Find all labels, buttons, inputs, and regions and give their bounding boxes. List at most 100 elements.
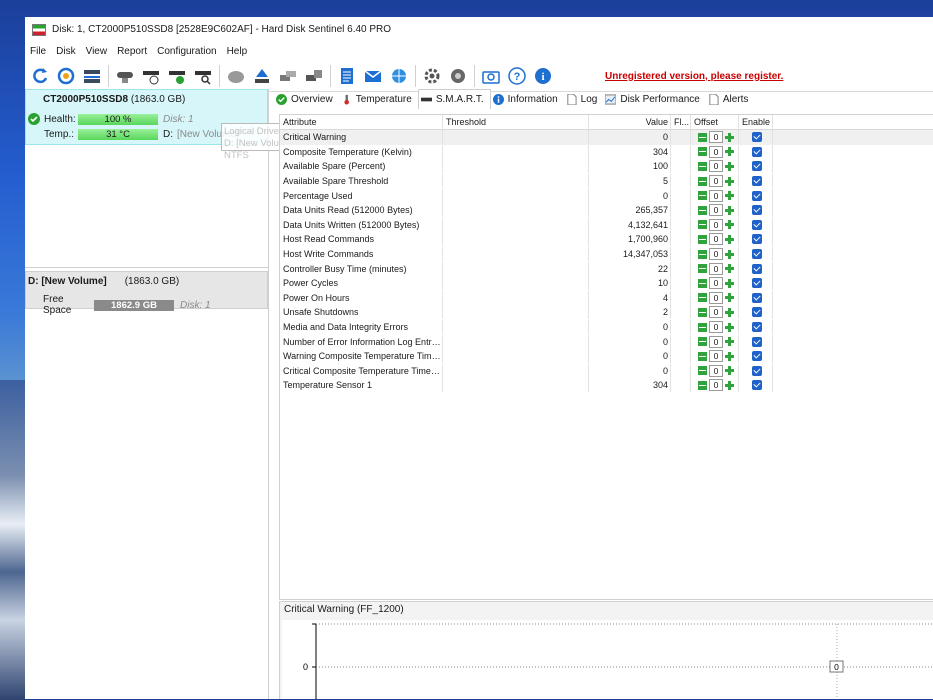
menu-view[interactable]: View (83, 46, 115, 57)
offset-increase-button[interactable] (725, 132, 734, 142)
offset-increase-button[interactable] (725, 176, 734, 186)
volume-entry[interactable]: D: [New Volume] (1863.0 GB) Free Space 1… (25, 271, 268, 316)
offset-value[interactable]: 0 (709, 145, 723, 158)
table-row[interactable]: Composite Temperature (Kelvin) 304 0 (280, 144, 933, 160)
sound-icon[interactable] (447, 65, 469, 87)
column-flags[interactable]: Fl... (671, 115, 691, 129)
table-row[interactable]: Data Units Written (512000 Bytes) 4,132,6… (280, 217, 933, 233)
enable-checkbox[interactable] (752, 278, 762, 289)
enable-checkbox[interactable] (752, 176, 762, 187)
offset-decrease-button[interactable] (698, 205, 707, 215)
info-icon[interactable]: i (532, 65, 554, 87)
offset-value[interactable]: 0 (709, 248, 723, 261)
table-row[interactable]: Media and Data Integrity Errors 0 0 (280, 320, 933, 335)
settings-icon[interactable] (421, 65, 443, 87)
column-value[interactable]: Value (589, 115, 671, 129)
disk-timer-icon[interactable] (140, 65, 162, 87)
disk-backup-icon[interactable] (303, 65, 325, 87)
table-row[interactable]: Host Read Commands 1,700,960 0 (280, 232, 933, 247)
disk-ok-icon[interactable] (166, 65, 188, 87)
table-row[interactable]: Critical Warning 0 0 (280, 130, 933, 145)
disk-list-icon[interactable] (81, 65, 103, 87)
table-row[interactable]: Number of Error Information Log Entries 0… (280, 334, 933, 349)
enable-checkbox[interactable] (752, 322, 762, 333)
table-row[interactable]: Unsafe Shutdowns 2 0 (280, 305, 933, 320)
offset-decrease-button[interactable] (698, 380, 707, 390)
offset-decrease-button[interactable] (698, 264, 707, 274)
report-icon[interactable] (336, 65, 358, 87)
enable-checkbox[interactable] (752, 249, 762, 260)
offset-value[interactable]: 0 (709, 131, 723, 144)
table-row[interactable]: Controller Busy Time (minutes) 22 0 (280, 261, 933, 276)
offset-increase-button[interactable] (725, 205, 734, 215)
enable-checkbox[interactable] (752, 263, 762, 274)
offset-decrease-button[interactable] (698, 322, 707, 332)
offset-increase-button[interactable] (725, 337, 734, 347)
enable-checkbox[interactable] (752, 380, 762, 391)
offset-decrease-button[interactable] (698, 191, 707, 201)
offset-value[interactable]: 0 (709, 306, 723, 319)
offset-value[interactable]: 0 (709, 335, 723, 348)
disk-gray-icon[interactable] (225, 65, 247, 87)
offset-increase-button[interactable] (725, 366, 734, 376)
offset-value[interactable]: 0 (709, 160, 723, 173)
offset-decrease-button[interactable] (698, 161, 707, 171)
refresh-icon[interactable] (29, 65, 51, 87)
offset-decrease-button[interactable] (698, 176, 707, 186)
enable-checkbox[interactable] (752, 190, 762, 201)
enable-checkbox[interactable] (752, 307, 762, 318)
disk-search-icon[interactable] (192, 65, 214, 87)
offset-value[interactable]: 0 (709, 233, 723, 246)
offset-decrease-button[interactable] (698, 293, 707, 303)
offset-increase-button[interactable] (725, 322, 734, 332)
offset-increase-button[interactable] (725, 249, 734, 259)
offset-decrease-button[interactable] (698, 278, 707, 288)
disk-check-icon[interactable] (55, 65, 77, 87)
unregistered-link[interactable]: Unregistered version, please register. (605, 71, 783, 82)
offset-value[interactable]: 0 (709, 321, 723, 334)
offset-increase-button[interactable] (725, 161, 734, 171)
tab-disk-performance[interactable]: Disk Performance (603, 90, 705, 109)
disk-copy-icon[interactable] (277, 65, 299, 87)
enable-checkbox[interactable] (752, 219, 762, 230)
offset-value[interactable]: 0 (709, 175, 723, 188)
tab-temperature[interactable]: Temperature (339, 90, 418, 109)
offset-decrease-button[interactable] (698, 220, 707, 230)
menu-help[interactable]: Help (224, 46, 255, 57)
tab-log[interactable]: Log (564, 90, 604, 109)
column-attribute[interactable]: Attribute (280, 115, 443, 129)
offset-increase-button[interactable] (725, 293, 734, 303)
table-row[interactable]: Temperature Sensor 1 304 0 (280, 378, 933, 393)
offset-value[interactable]: 0 (709, 379, 723, 392)
enable-checkbox[interactable] (752, 365, 762, 376)
offset-value[interactable]: 0 (709, 189, 723, 202)
table-row[interactable]: Data Units Read (512000 Bytes) 265,357 0 (280, 203, 933, 218)
table-row[interactable]: Power On Hours 4 0 (280, 290, 933, 306)
offset-value[interactable]: 0 (709, 364, 723, 377)
table-row[interactable]: Critical Composite Temperature Time (mi.… (280, 363, 933, 379)
offset-decrease-button[interactable] (698, 337, 707, 347)
screenshot-icon[interactable] (480, 65, 502, 87)
disk-eject-icon[interactable] (251, 65, 273, 87)
enable-checkbox[interactable] (752, 146, 762, 157)
table-row[interactable]: Host Write Commands 14,347,053 0 (280, 247, 933, 262)
offset-value[interactable]: 0 (709, 350, 723, 363)
offset-value[interactable]: 0 (709, 204, 723, 217)
offset-increase-button[interactable] (725, 234, 734, 244)
column-enable[interactable]: Enable (739, 115, 773, 129)
enable-checkbox[interactable] (752, 234, 762, 245)
enable-checkbox[interactable] (752, 205, 762, 216)
tab-smart[interactable]: S.M.A.R.T. (417, 89, 491, 109)
offset-increase-button[interactable] (725, 307, 734, 317)
enable-checkbox[interactable] (752, 161, 762, 172)
menu-report[interactable]: Report (114, 46, 154, 57)
offset-decrease-button[interactable] (698, 147, 707, 157)
tab-overview[interactable]: Overview (274, 90, 339, 109)
tab-information[interactable]: Information (491, 90, 564, 109)
offset-decrease-button[interactable] (698, 249, 707, 259)
offset-decrease-button[interactable] (698, 234, 707, 244)
enable-checkbox[interactable] (752, 292, 762, 303)
offset-value[interactable]: 0 (709, 291, 723, 304)
table-row[interactable]: Available Spare (Percent) 100 0 (280, 159, 933, 174)
title-bar[interactable]: Disk: 1, CT2000P510SSD8 [2528E9C602AF] -… (25, 17, 933, 42)
